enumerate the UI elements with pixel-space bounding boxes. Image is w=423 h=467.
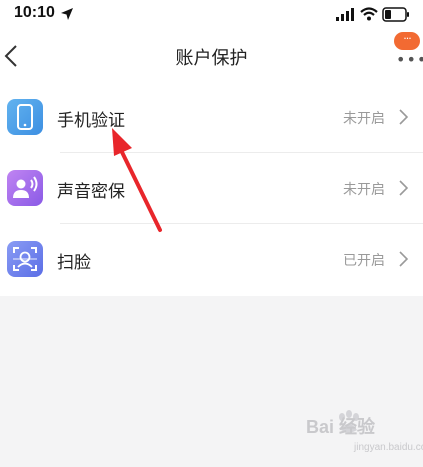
chevron-right-icon [399, 180, 408, 196]
chevron-right-icon [399, 251, 408, 267]
page-title: 账户保护 [175, 48, 248, 69]
navigation-bar: 账户保护 ··· ••• [0, 30, 423, 82]
wifi-icon [360, 7, 378, 21]
menu-item-voice-security[interactable]: 声音密保 未开启 [0, 153, 423, 224]
menu-item-label: 扫脸 [57, 253, 91, 273]
menu-item-face-scan[interactable]: 扫脸 已开启 [0, 224, 423, 295]
chat-bubble-icon: ··· [394, 32, 420, 50]
status-bar: 10:10 [0, 0, 423, 30]
annotation-arrow-icon [112, 128, 162, 232]
watermark-text: Bai 经验 [306, 417, 376, 437]
menu-item-phone-verify[interactable]: 手机验证 未开启 [0, 82, 423, 153]
menu-item-status: 未开启 [343, 182, 385, 198]
status-time: 10:10 [14, 4, 55, 21]
more-button[interactable]: ··· ••• [388, 32, 423, 72]
menu-item-status: 未开启 [343, 111, 385, 127]
signal-icon [336, 8, 354, 21]
voice-icon [7, 170, 43, 206]
location-arrow-icon [61, 8, 73, 20]
chevron-right-icon [399, 109, 408, 125]
watermark-url: jingyan.baidu.com [354, 442, 423, 453]
battery-icon [382, 7, 409, 22]
menu-item-status: 已开启 [343, 253, 385, 269]
menu-list: 手机验证 未开启 声音密保 未开启 扫脸 已开启 [0, 82, 423, 296]
more-dots-icon: ••• [396, 50, 423, 69]
phone-icon [7, 99, 43, 135]
face-scan-icon [7, 241, 43, 277]
